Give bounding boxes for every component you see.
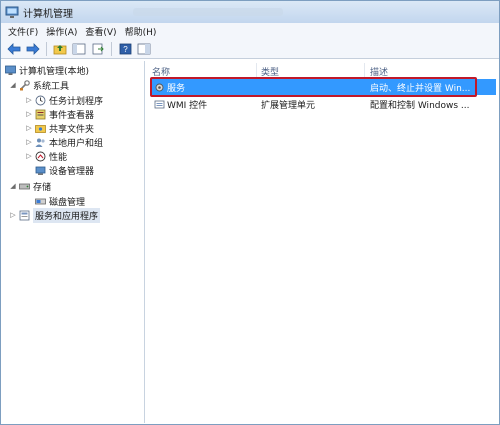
menu-help[interactable]: 帮助(H) <box>121 25 161 38</box>
tree-item-task-scheduler[interactable]: ▷ 任务计划程序 <box>25 93 103 107</box>
tree-label: 服务和应用程序 <box>33 207 101 223</box>
back-button[interactable] <box>6 41 22 57</box>
computer-management-icon <box>5 65 16 75</box>
svg-text:?: ? <box>123 45 128 54</box>
console-tree-icon <box>72 43 86 54</box>
menu-view[interactable]: 查看(V) <box>81 25 120 38</box>
services-applications-icon <box>19 210 30 220</box>
users-icon <box>35 138 45 147</box>
title-blur-decoration <box>133 8 283 16</box>
help-icon: ? <box>119 43 131 54</box>
computer-management-window: 计算机管理 文件(F) 操作(A) 查看(V) 帮助(H) ? 计算机管理(本地… <box>0 0 500 425</box>
collapse-arrow-icon[interactable]: ◢ <box>9 182 17 190</box>
action-pane-icon <box>137 43 151 54</box>
tree-item-event-viewer[interactable]: ▷ 事件查看器 <box>25 107 94 121</box>
cell-description: 配置和控制 Windows ... <box>370 100 470 111</box>
column-divider[interactable] <box>256 63 257 77</box>
tree-item-storage[interactable]: ◢ 存储 <box>9 179 51 193</box>
back-arrow-icon <box>7 42 21 55</box>
collapse-arrow-icon[interactable]: ◢ <box>9 81 17 89</box>
cell-type: 扩展管理单元 <box>261 100 316 111</box>
tree-item-performance[interactable]: ▷ 性能 <box>25 149 67 163</box>
show-hide-console-tree-button[interactable] <box>71 41 87 57</box>
tree-item-services-applications[interactable]: ▷ 服务和应用程序 <box>9 207 101 223</box>
forward-arrow-icon <box>26 42 40 55</box>
computer-management-icon <box>5 6 19 18</box>
column-divider[interactable] <box>364 63 365 77</box>
wmi-control-icon <box>154 100 165 108</box>
tree-item-local-users-groups[interactable]: ▷ 本地用户和组 <box>25 135 103 149</box>
tree-label: 任务计划程序 <box>49 96 104 107</box>
expand-arrow-icon[interactable]: ▷ <box>25 110 33 118</box>
expand-arrow-icon[interactable]: ▷ <box>25 96 33 104</box>
export-list-icon <box>92 43 104 54</box>
toolbar-separator <box>46 41 47 56</box>
console-tree: 计算机管理(本地) ◢ 系统工具 ▷ 任务计划程序 ▷ 事件查看器 ▷ 共享文件… <box>3 61 145 423</box>
menu-action[interactable]: 操作(A) <box>42 25 81 38</box>
tree-item-shared-folders[interactable]: ▷ 共享文件夹 <box>25 121 94 135</box>
list-row-wmi-control[interactable]: WMI 控件 扩展管理单元 配置和控制 Windows ... <box>150 96 496 112</box>
cell-name: WMI 控件 <box>167 100 208 111</box>
tree-item-disk-management[interactable]: 磁盘管理 <box>35 194 85 208</box>
performance-icon <box>35 151 46 161</box>
menu-file[interactable]: 文件(F) <box>4 25 42 38</box>
tree-label: 系统工具 <box>33 81 70 92</box>
title-bar[interactable]: 计算机管理 <box>1 1 499 23</box>
tree-label: 本地用户和组 <box>49 138 104 149</box>
folder-up-icon <box>53 44 67 54</box>
clock-icon <box>35 95 46 105</box>
highlight-outline <box>150 77 477 97</box>
disk-management-icon <box>35 198 46 204</box>
tree-item-device-manager[interactable]: 设备管理器 <box>35 163 94 177</box>
forward-button[interactable] <box>25 41 41 57</box>
expand-arrow-icon[interactable]: ▷ <box>25 152 33 160</box>
expand-arrow-icon[interactable]: ▷ <box>25 124 33 132</box>
help-button[interactable]: ? <box>117 41 133 57</box>
up-level-button[interactable] <box>52 41 68 57</box>
expand-arrow-icon[interactable]: ▷ <box>25 138 33 146</box>
details-list: 名称 类型 描述 服务 启动、终止并设置 Win... WMI 控件 扩展管理单… <box>146 61 499 423</box>
tree-label: 性能 <box>49 152 68 163</box>
menu-bar: 文件(F) 操作(A) 查看(V) 帮助(H) <box>1 23 499 39</box>
toolbar: ? <box>1 39 499 59</box>
tree-label: 事件查看器 <box>49 110 95 121</box>
expand-arrow-icon[interactable]: ▷ <box>9 211 17 219</box>
tree-label: 磁盘管理 <box>49 197 86 208</box>
toolbar-separator <box>111 41 112 56</box>
shared-folder-icon <box>35 124 46 133</box>
storage-icon <box>19 183 30 189</box>
tree-label: 设备管理器 <box>49 166 95 177</box>
show-hide-action-pane-button[interactable] <box>136 41 152 57</box>
device-manager-icon <box>35 166 46 175</box>
export-list-button[interactable] <box>90 41 106 57</box>
event-viewer-icon <box>35 109 46 119</box>
tree-item-system-tools[interactable]: ◢ 系统工具 <box>9 78 69 92</box>
tree-label: 存储 <box>33 182 52 193</box>
tree-label: 共享文件夹 <box>49 124 95 135</box>
window-title: 计算机管理 <box>23 8 73 20</box>
system-tools-icon <box>20 79 30 90</box>
tree-label: 计算机管理(本地) <box>19 66 90 77</box>
tree-item-computer-management[interactable]: 计算机管理(本地) <box>5 63 89 77</box>
